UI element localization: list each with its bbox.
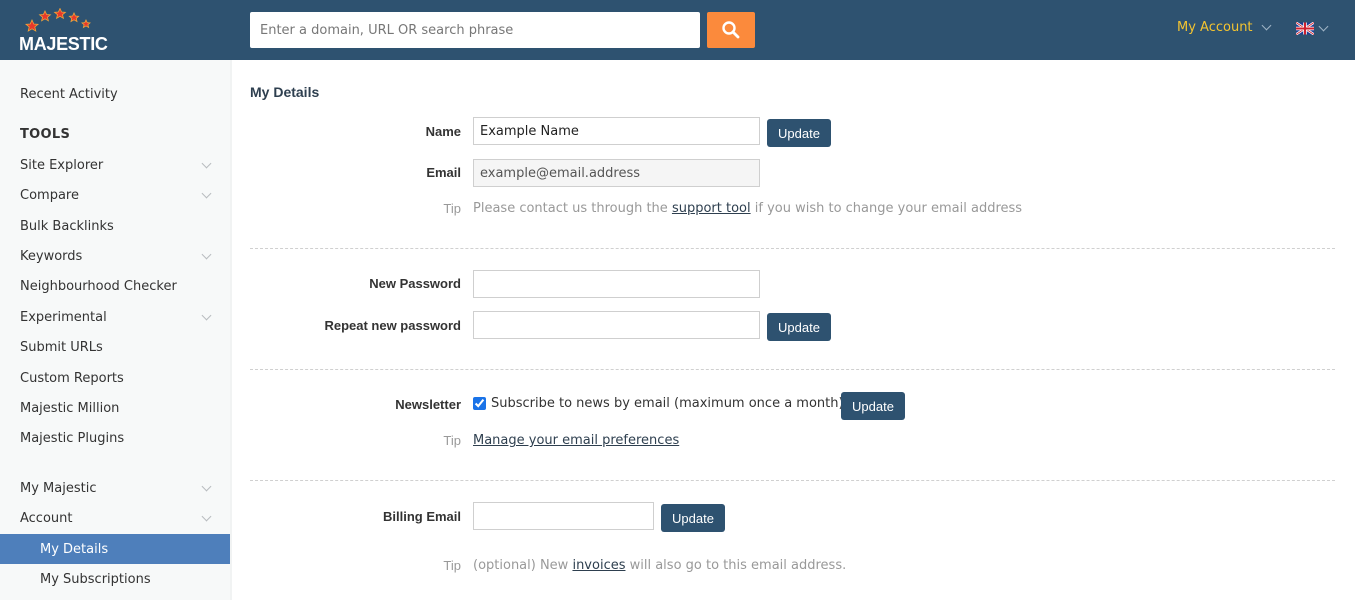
sidebar-item-label: Account xyxy=(20,510,73,526)
email-field[interactable] xyxy=(473,159,760,187)
page-title: My Details xyxy=(250,84,320,100)
update-newsletter-button[interactable]: Update xyxy=(841,392,905,420)
sidebar-item-label: Site Explorer xyxy=(20,157,104,173)
logo-stars-icon xyxy=(24,8,91,32)
newsletter-tip: Manage your email preferences xyxy=(473,433,679,448)
top-header: MAJESTIC My Account xyxy=(0,0,1355,60)
invoices-link[interactable]: invoices xyxy=(572,558,625,573)
sidebar-item-label: My Details xyxy=(40,541,109,557)
sidebar-item-keywords[interactable]: Keywords xyxy=(0,241,230,271)
tip-text: Please contact us through the xyxy=(473,201,672,216)
newsletter-checkbox[interactable] xyxy=(473,397,486,410)
sidebar-item-majestic-plugins[interactable]: Majestic Plugins xyxy=(0,423,230,453)
sidebar-item-label: My Majestic xyxy=(20,480,97,496)
newsletter-label: Newsletter xyxy=(395,397,461,412)
repeat-password-label: Repeat new password xyxy=(324,318,461,333)
billing-email-field[interactable] xyxy=(473,502,654,530)
sidebar-item-label: My Subscriptions xyxy=(40,571,151,587)
update-name-button[interactable]: Update xyxy=(767,119,831,147)
repeat-password-field[interactable] xyxy=(473,311,760,339)
section-divider xyxy=(250,369,1335,370)
sidebar-item-label: Compare xyxy=(20,187,79,203)
sidebar-item-my-subscriptions[interactable]: My Subscriptions xyxy=(0,564,230,594)
name-label: Name xyxy=(425,124,461,139)
section-divider xyxy=(250,248,1335,249)
sidebar-item-label: Keywords xyxy=(20,248,83,264)
sidebar-item-label: Recent Activity xyxy=(20,86,118,102)
chevron-down-icon xyxy=(1318,21,1329,32)
search-button[interactable] xyxy=(707,12,755,48)
my-account-label: My Account xyxy=(1177,20,1253,35)
search-input[interactable] xyxy=(250,12,700,48)
sidebar-item-compare[interactable]: Compare xyxy=(0,180,230,210)
tip-label: Tip xyxy=(443,201,461,216)
billing-tip: (optional) New invoices will also go to … xyxy=(473,558,846,573)
chevron-down-icon xyxy=(1261,20,1271,31)
chevron-down-icon xyxy=(201,188,212,199)
new-password-field[interactable] xyxy=(473,270,760,298)
section-divider xyxy=(250,480,1335,481)
chevron-down-icon xyxy=(201,310,212,321)
sidebar-item-custom-reports[interactable]: Custom Reports xyxy=(0,363,230,393)
newsletter-subscribe-option[interactable]: Subscribe to news by email (maximum once… xyxy=(473,396,844,411)
name-field[interactable] xyxy=(473,117,760,145)
uk-flag-icon xyxy=(1296,22,1314,35)
sidebar-item-label: Majestic Plugins xyxy=(20,430,125,446)
tip-label: Tip xyxy=(443,433,461,448)
update-billing-email-button[interactable]: Update xyxy=(661,504,725,532)
sidebar-item-site-explorer[interactable]: Site Explorer xyxy=(0,150,230,180)
tip-text: will also go to this email address. xyxy=(625,558,847,573)
sidebar-item-label: Neighbourhood Checker xyxy=(20,278,177,294)
sidebar-item-account[interactable]: Account xyxy=(0,503,230,533)
my-account-menu[interactable]: My Account xyxy=(1177,20,1271,35)
chevron-down-icon xyxy=(201,158,212,169)
email-label: Email xyxy=(426,165,461,180)
billing-email-label: Billing Email xyxy=(382,509,461,524)
update-password-button[interactable]: Update xyxy=(767,313,831,341)
sidebar: Recent Activity TOOLS Site Explorer Comp… xyxy=(0,60,232,600)
tip-label: Tip xyxy=(443,558,461,573)
email-change-tip: Please contact us through the support to… xyxy=(473,201,1022,216)
support-tool-link[interactable]: support tool xyxy=(672,201,751,216)
search-icon xyxy=(722,21,740,39)
sidebar-item-bulk-backlinks[interactable]: Bulk Backlinks xyxy=(0,211,230,241)
sidebar-item-my-details[interactable]: My Details xyxy=(0,534,230,564)
majestic-logo[interactable]: MAJESTIC xyxy=(18,8,108,54)
chevron-down-icon xyxy=(201,481,212,492)
sidebar-item-neighbourhood-checker[interactable]: Neighbourhood Checker xyxy=(0,271,230,301)
chevron-down-icon xyxy=(201,511,212,522)
sidebar-item-experimental[interactable]: Experimental xyxy=(0,302,230,332)
sidebar-item-label: Custom Reports xyxy=(20,370,124,386)
manage-email-preferences-link[interactable]: Manage your email preferences xyxy=(473,433,679,448)
sidebar-item-label: Bulk Backlinks xyxy=(20,218,114,234)
sidebar-item-label: Experimental xyxy=(20,309,107,325)
sidebar-item-recent-activity[interactable]: Recent Activity xyxy=(0,79,230,109)
sidebar-item-my-majestic[interactable]: My Majestic xyxy=(0,473,230,503)
logo-text: MAJESTIC xyxy=(19,34,108,54)
sidebar-heading-tools: TOOLS xyxy=(20,127,71,142)
sidebar-item-label: Majestic Million xyxy=(20,400,120,416)
sidebar-item-majestic-million[interactable]: Majestic Million xyxy=(0,393,230,423)
new-password-label: New Password xyxy=(369,276,461,291)
sidebar-item-submit-urls[interactable]: Submit URLs xyxy=(0,332,230,362)
chevron-down-icon xyxy=(201,249,212,260)
language-selector[interactable] xyxy=(1296,21,1329,35)
newsletter-checkbox-label: Subscribe to news by email (maximum once… xyxy=(491,396,844,411)
tip-text: if you wish to change your email address xyxy=(750,201,1023,216)
sidebar-item-label: Submit URLs xyxy=(20,339,103,355)
tip-text: (optional) New xyxy=(473,558,573,573)
